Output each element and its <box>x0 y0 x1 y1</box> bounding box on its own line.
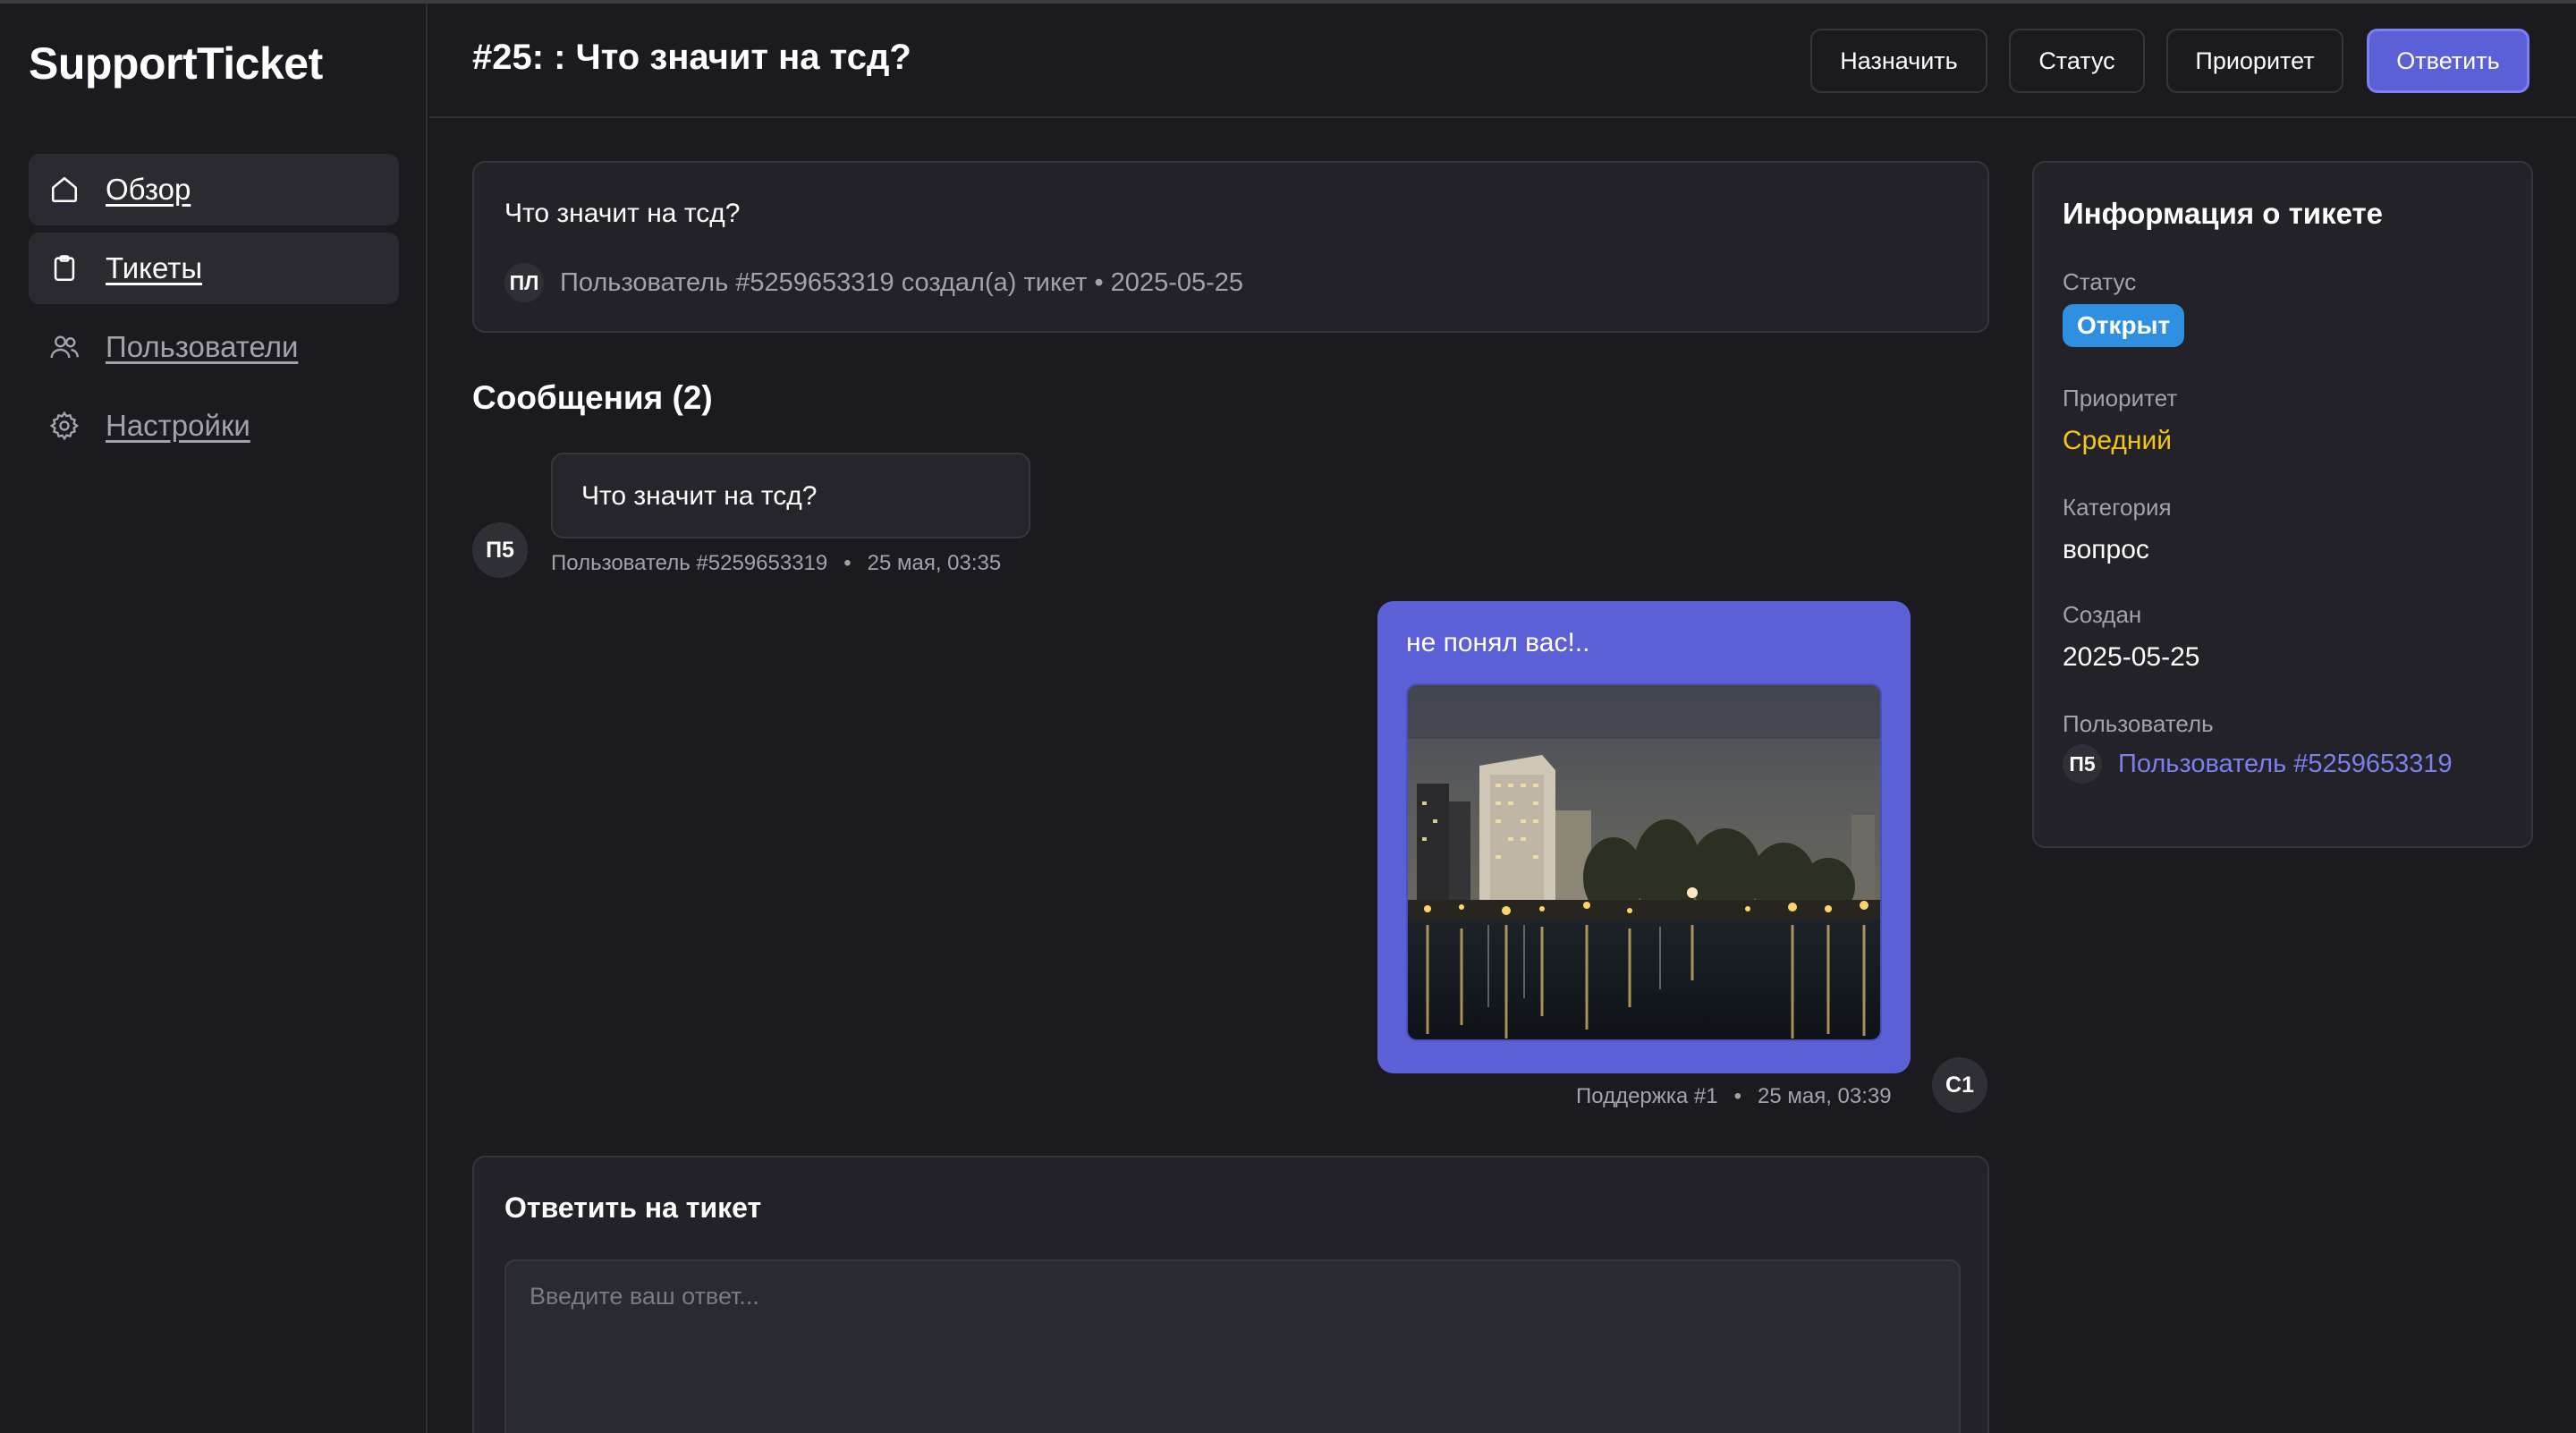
message-time: 25 мая, 03:35 <box>867 551 1002 575</box>
created-label: Создан <box>2063 601 2142 628</box>
status-label: Статус <box>2063 268 2137 295</box>
sidebar-nav: Обзор Тикеты Пользователи Настройки <box>29 154 399 469</box>
info-title: Информация о тикете <box>2063 197 2384 230</box>
message-text: не понял вас!.. <box>1406 628 1590 657</box>
sidebar-item-overview[interactable]: Обзор <box>29 154 399 225</box>
clipboard-icon <box>48 252 80 284</box>
message-meta: Поддержка #1 • 25 мая, 03:39 <box>1576 1084 1892 1109</box>
message-author: Поддержка #1 <box>1576 1084 1718 1108</box>
category-label: Категория <box>2063 494 2172 521</box>
ticket-meta-text: Пользователь #5259653319 создал(а) тикет… <box>560 267 1244 297</box>
sidebar-item-label[interactable]: Пользователи <box>106 330 298 364</box>
ticket-text: Что значит на тсд? <box>504 199 741 228</box>
priority-value: Средний <box>2063 426 2172 455</box>
brand-logo-text: SupportTicket <box>29 38 323 89</box>
priority-button[interactable]: Приоритет <box>2166 29 2343 93</box>
status-button[interactable]: Статус <box>2009 29 2145 93</box>
user-label: Пользователь <box>2063 710 2214 737</box>
ticket-meta: ПЛ Пользователь #5259653319 создал(а) ти… <box>504 263 1243 302</box>
sidebar-item-label[interactable]: Обзор <box>106 173 191 207</box>
avatar: С1 <box>1932 1057 1987 1113</box>
message-separator: • <box>1733 1084 1741 1108</box>
sidebar-item-label[interactable]: Настройки <box>106 409 250 443</box>
message-author: Пользователь #5259653319 <box>551 551 828 575</box>
status-badge: Открыт <box>2063 304 2185 347</box>
user-link[interactable]: Пользователь #5259653319 <box>2118 750 2453 779</box>
page-header: #25: : Что значит на тсд? Назначить Стат… <box>429 4 2576 118</box>
message-bubble-incoming: Что значит на тсд? <box>551 453 1030 538</box>
sidebar: SupportTicket Обзор Тикеты Пользователи … <box>0 4 428 1433</box>
message-time: 25 мая, 03:39 <box>1757 1084 1892 1108</box>
ticket-info-panel: Информация о тикете Статус Открыт Приори… <box>2032 161 2533 848</box>
messages-title: Сообщения (2) <box>472 379 713 416</box>
created-value: 2025-05-25 <box>2063 642 2200 672</box>
sidebar-item-settings[interactable]: Настройки <box>29 390 399 462</box>
avatar: ПЛ <box>504 263 544 302</box>
avatar: П5 <box>472 522 528 578</box>
reply-button[interactable]: Ответить <box>2367 29 2529 93</box>
home-icon <box>48 174 80 206</box>
users-icon <box>48 331 80 363</box>
ticket-description-card: Что значит на тсд? ПЛ Пользователь #5259… <box>472 161 1989 333</box>
user-row: П5 Пользователь #5259653319 <box>2063 744 2453 784</box>
message-separator: • <box>843 551 852 575</box>
reply-title: Ответить на тикет <box>504 1191 762 1224</box>
page-title: #25: : Что значит на тсд? <box>472 38 911 77</box>
priority-label: Приоритет <box>2063 385 2178 411</box>
reply-textarea[interactable] <box>504 1259 1961 1433</box>
message-photo-attachment[interactable] <box>1406 683 1882 1041</box>
reply-card: Ответить на тикет <box>472 1156 1989 1433</box>
assign-button[interactable]: Назначить <box>1810 29 1987 93</box>
sidebar-item-users[interactable]: Пользователи <box>29 311 399 383</box>
avatar: П5 <box>2063 744 2102 784</box>
sidebar-item-tickets[interactable]: Тикеты <box>29 233 399 304</box>
message-bubble-outgoing: не понял вас!.. <box>1377 601 1911 1073</box>
message-meta: Пользователь #5259653319 • 25 мая, 03:35 <box>551 551 1001 576</box>
category-value: вопрос <box>2063 535 2149 564</box>
sidebar-item-label[interactable]: Тикеты <box>106 251 202 285</box>
gear-icon <box>48 410 80 442</box>
